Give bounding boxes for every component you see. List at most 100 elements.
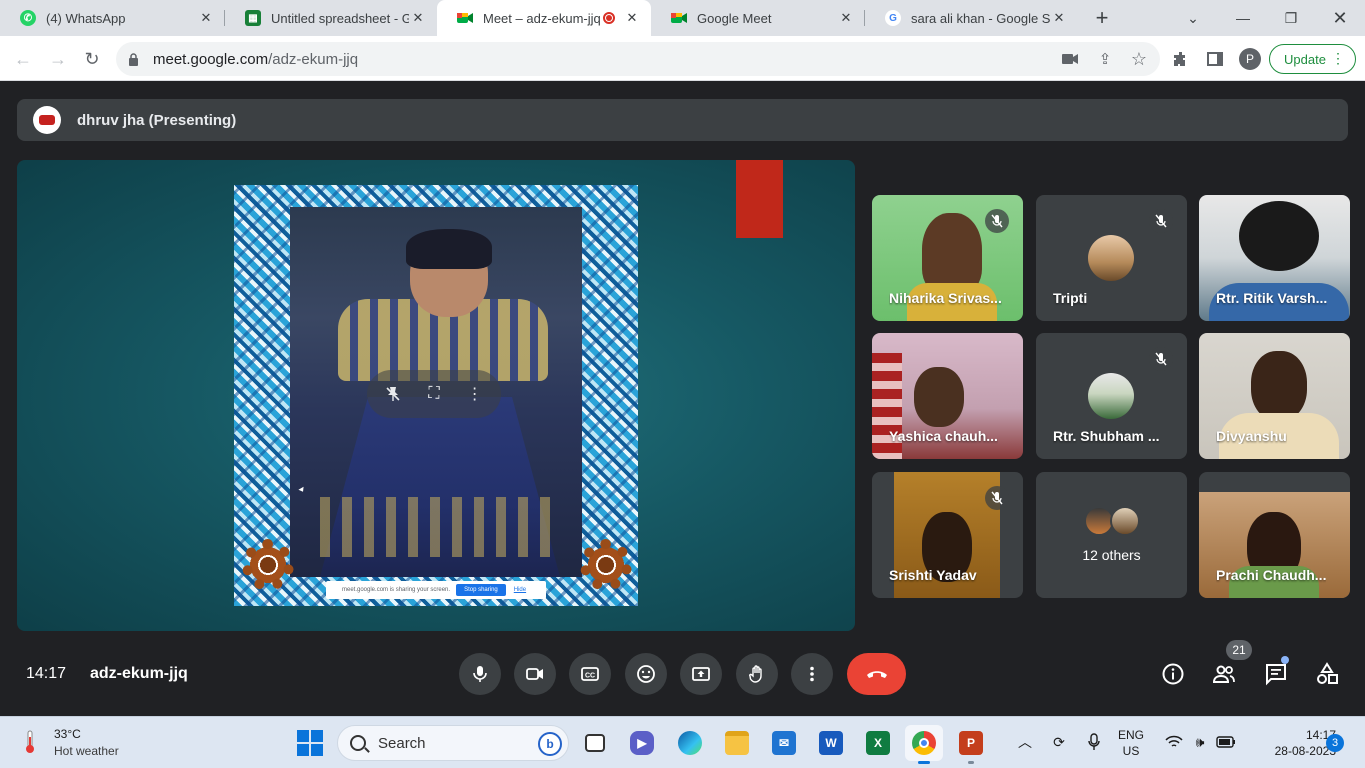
taskbar-app-chrome[interactable] xyxy=(905,725,943,764)
close-icon[interactable]: ✕ xyxy=(197,9,215,27)
profile-avatar[interactable]: P xyxy=(1239,48,1261,70)
forward-button[interactable]: → xyxy=(45,46,71,72)
meeting-details-button[interactable] xyxy=(1159,660,1187,688)
battery-icon[interactable] xyxy=(1215,731,1237,753)
tab-meet-active[interactable]: Meet – adz-ekum-jjq ✕ xyxy=(437,0,651,36)
meeting-code: adz-ekum-jjq xyxy=(90,665,188,682)
activities-button[interactable] xyxy=(1313,660,1341,688)
wifi-icon[interactable] xyxy=(1163,731,1185,753)
avatar xyxy=(1088,373,1134,419)
present-button[interactable] xyxy=(680,653,722,695)
participant-tile[interactable]: Divyanshu xyxy=(1199,333,1350,459)
info-icon xyxy=(1162,663,1184,685)
presenter-label: dhruv jha (Presenting) xyxy=(77,111,237,129)
presenter-bar[interactable]: dhruv jha (Presenting) xyxy=(17,99,1348,141)
captions-button[interactable]: CC xyxy=(569,653,611,695)
close-icon[interactable]: ✕ xyxy=(409,9,427,27)
raise-hand-button[interactable] xyxy=(736,653,778,695)
excel-icon: X xyxy=(866,731,890,755)
chevron-down-icon[interactable]: ⌄ xyxy=(1170,0,1216,36)
side-panel-icon[interactable] xyxy=(1203,47,1227,71)
close-icon[interactable]: ✕ xyxy=(623,9,641,27)
others-avatars xyxy=(1084,506,1142,536)
taskbar-app-explorer[interactable] xyxy=(718,725,756,761)
weather-description[interactable]: Hot weather xyxy=(54,744,119,758)
share-icon[interactable]: ⇪ xyxy=(1093,47,1117,71)
bookmark-star-icon[interactable]: ☆ xyxy=(1127,47,1151,71)
close-window-button[interactable]: ✕ xyxy=(1317,0,1363,36)
tab-title: sara ali khan - Google Search xyxy=(911,10,1050,26)
avatar xyxy=(1110,506,1140,536)
participant-tile[interactable]: Srishti Yadav xyxy=(872,472,1023,598)
sync-icon[interactable]: ⟳ xyxy=(1048,731,1070,753)
stop-sharing-button[interactable]: Stop sharing xyxy=(456,584,506,596)
camera-button[interactable] xyxy=(514,653,556,695)
more-icon[interactable]: ⋮ xyxy=(1331,50,1345,67)
participant-tile[interactable]: Prachi Chaudh... xyxy=(1199,472,1350,598)
microphone-button[interactable] xyxy=(459,653,501,695)
weather-icon[interactable] xyxy=(24,729,36,755)
presentation-stage[interactable]: meet.google.com is sharing your screen. … xyxy=(17,160,855,631)
tab-whatsapp[interactable]: ✆ (4) WhatsApp ✕ xyxy=(0,0,225,36)
tab-google-search[interactable]: G sara ali khan - Google Search ✕ xyxy=(865,0,1078,36)
reload-button[interactable]: ↻ xyxy=(79,46,105,72)
taskbar-search[interactable]: Search b xyxy=(337,725,569,761)
notification-badge[interactable]: 3 xyxy=(1326,734,1344,752)
taskbar-app-word[interactable]: W xyxy=(812,725,850,761)
update-button[interactable]: Update ⋮ xyxy=(1269,44,1356,74)
language-indicator[interactable]: ENG US xyxy=(1118,727,1144,759)
restore-button[interactable]: ❐ xyxy=(1268,0,1314,36)
people-button[interactable] xyxy=(1210,660,1238,688)
reactions-button[interactable] xyxy=(625,653,667,695)
participant-tile[interactable]: Yashica chauh... xyxy=(872,333,1023,459)
address-bar[interactable]: meet.google.com/adz-ekum-jjq xyxy=(116,42,1160,76)
close-icon[interactable]: ✕ xyxy=(1050,9,1068,27)
taskbar-app-excel[interactable]: X xyxy=(859,725,897,761)
participant-tile[interactable]: Tripti xyxy=(1036,195,1187,321)
new-tab-button[interactable]: + xyxy=(1090,5,1114,30)
windows-start-icon[interactable] xyxy=(297,730,323,756)
leave-call-button[interactable] xyxy=(847,653,906,695)
hide-link[interactable]: Hide xyxy=(514,587,526,593)
camera-in-use-icon[interactable] xyxy=(1058,47,1082,71)
sheets-icon: ▦ xyxy=(245,10,261,26)
url-path: /adz-ekum-jjq xyxy=(268,50,359,68)
fullscreen-icon[interactable]: ⛶ xyxy=(421,381,447,407)
meet-icon xyxy=(671,10,687,26)
taskbar-app-teams[interactable]: ▶ xyxy=(623,725,661,761)
more-options-button[interactable] xyxy=(791,653,833,695)
hand-icon xyxy=(749,665,762,683)
mic-tray-icon[interactable] xyxy=(1083,731,1105,753)
close-icon[interactable]: ✕ xyxy=(837,9,855,27)
teams-icon: ▶ xyxy=(630,731,654,755)
tab-spreadsheet[interactable]: ▦ Untitled spreadsheet - Google Sheets ✕ xyxy=(225,0,437,36)
taskbar-app-edge[interactable] xyxy=(671,725,709,761)
taskbar-app-powerpoint[interactable]: P xyxy=(952,725,990,764)
chevron-up-icon[interactable]: ︿ xyxy=(1014,731,1036,753)
flower-decoration xyxy=(238,535,298,595)
language-code: ENG xyxy=(1118,728,1145,742)
shapes-icon xyxy=(1317,662,1338,684)
tab-google-meet[interactable]: Google Meet ✕ xyxy=(651,0,865,36)
minimize-button[interactable]: ― xyxy=(1220,0,1266,36)
taskbar-app-taskview[interactable] xyxy=(576,725,614,761)
participant-tile[interactable]: Rtr. Shubham ... xyxy=(1036,333,1187,459)
task-view-icon xyxy=(585,734,605,752)
meet-icon xyxy=(457,10,473,26)
volume-icon[interactable]: 🕪 xyxy=(1189,731,1211,753)
participant-tile[interactable]: Rtr. Ritik Varsh... xyxy=(1199,195,1350,321)
tab-title: Untitled spreadsheet - Google Sheets xyxy=(271,10,409,26)
participant-name: Divyanshu xyxy=(1216,428,1287,444)
chat-button[interactable] xyxy=(1262,660,1290,688)
mic-off-icon xyxy=(1149,347,1173,371)
taskbar-app-mail[interactable]: ✉ xyxy=(765,725,803,761)
unpin-icon[interactable] xyxy=(380,381,406,407)
bing-icon[interactable]: b xyxy=(538,732,562,756)
extensions-icon[interactable] xyxy=(1169,47,1193,71)
back-button[interactable]: ← xyxy=(10,46,36,72)
browser-toolbar: ← → ↻ meet.google.com/adz-ekum-jjq ⇪ ☆ P… xyxy=(0,36,1365,81)
more-options-icon[interactable]: ⋮ xyxy=(462,381,488,407)
others-tile[interactable]: 12 others xyxy=(1036,472,1187,598)
participant-tile[interactable]: Niharika Srivas... xyxy=(872,195,1023,321)
weather-temperature[interactable]: 33°C xyxy=(54,727,81,741)
